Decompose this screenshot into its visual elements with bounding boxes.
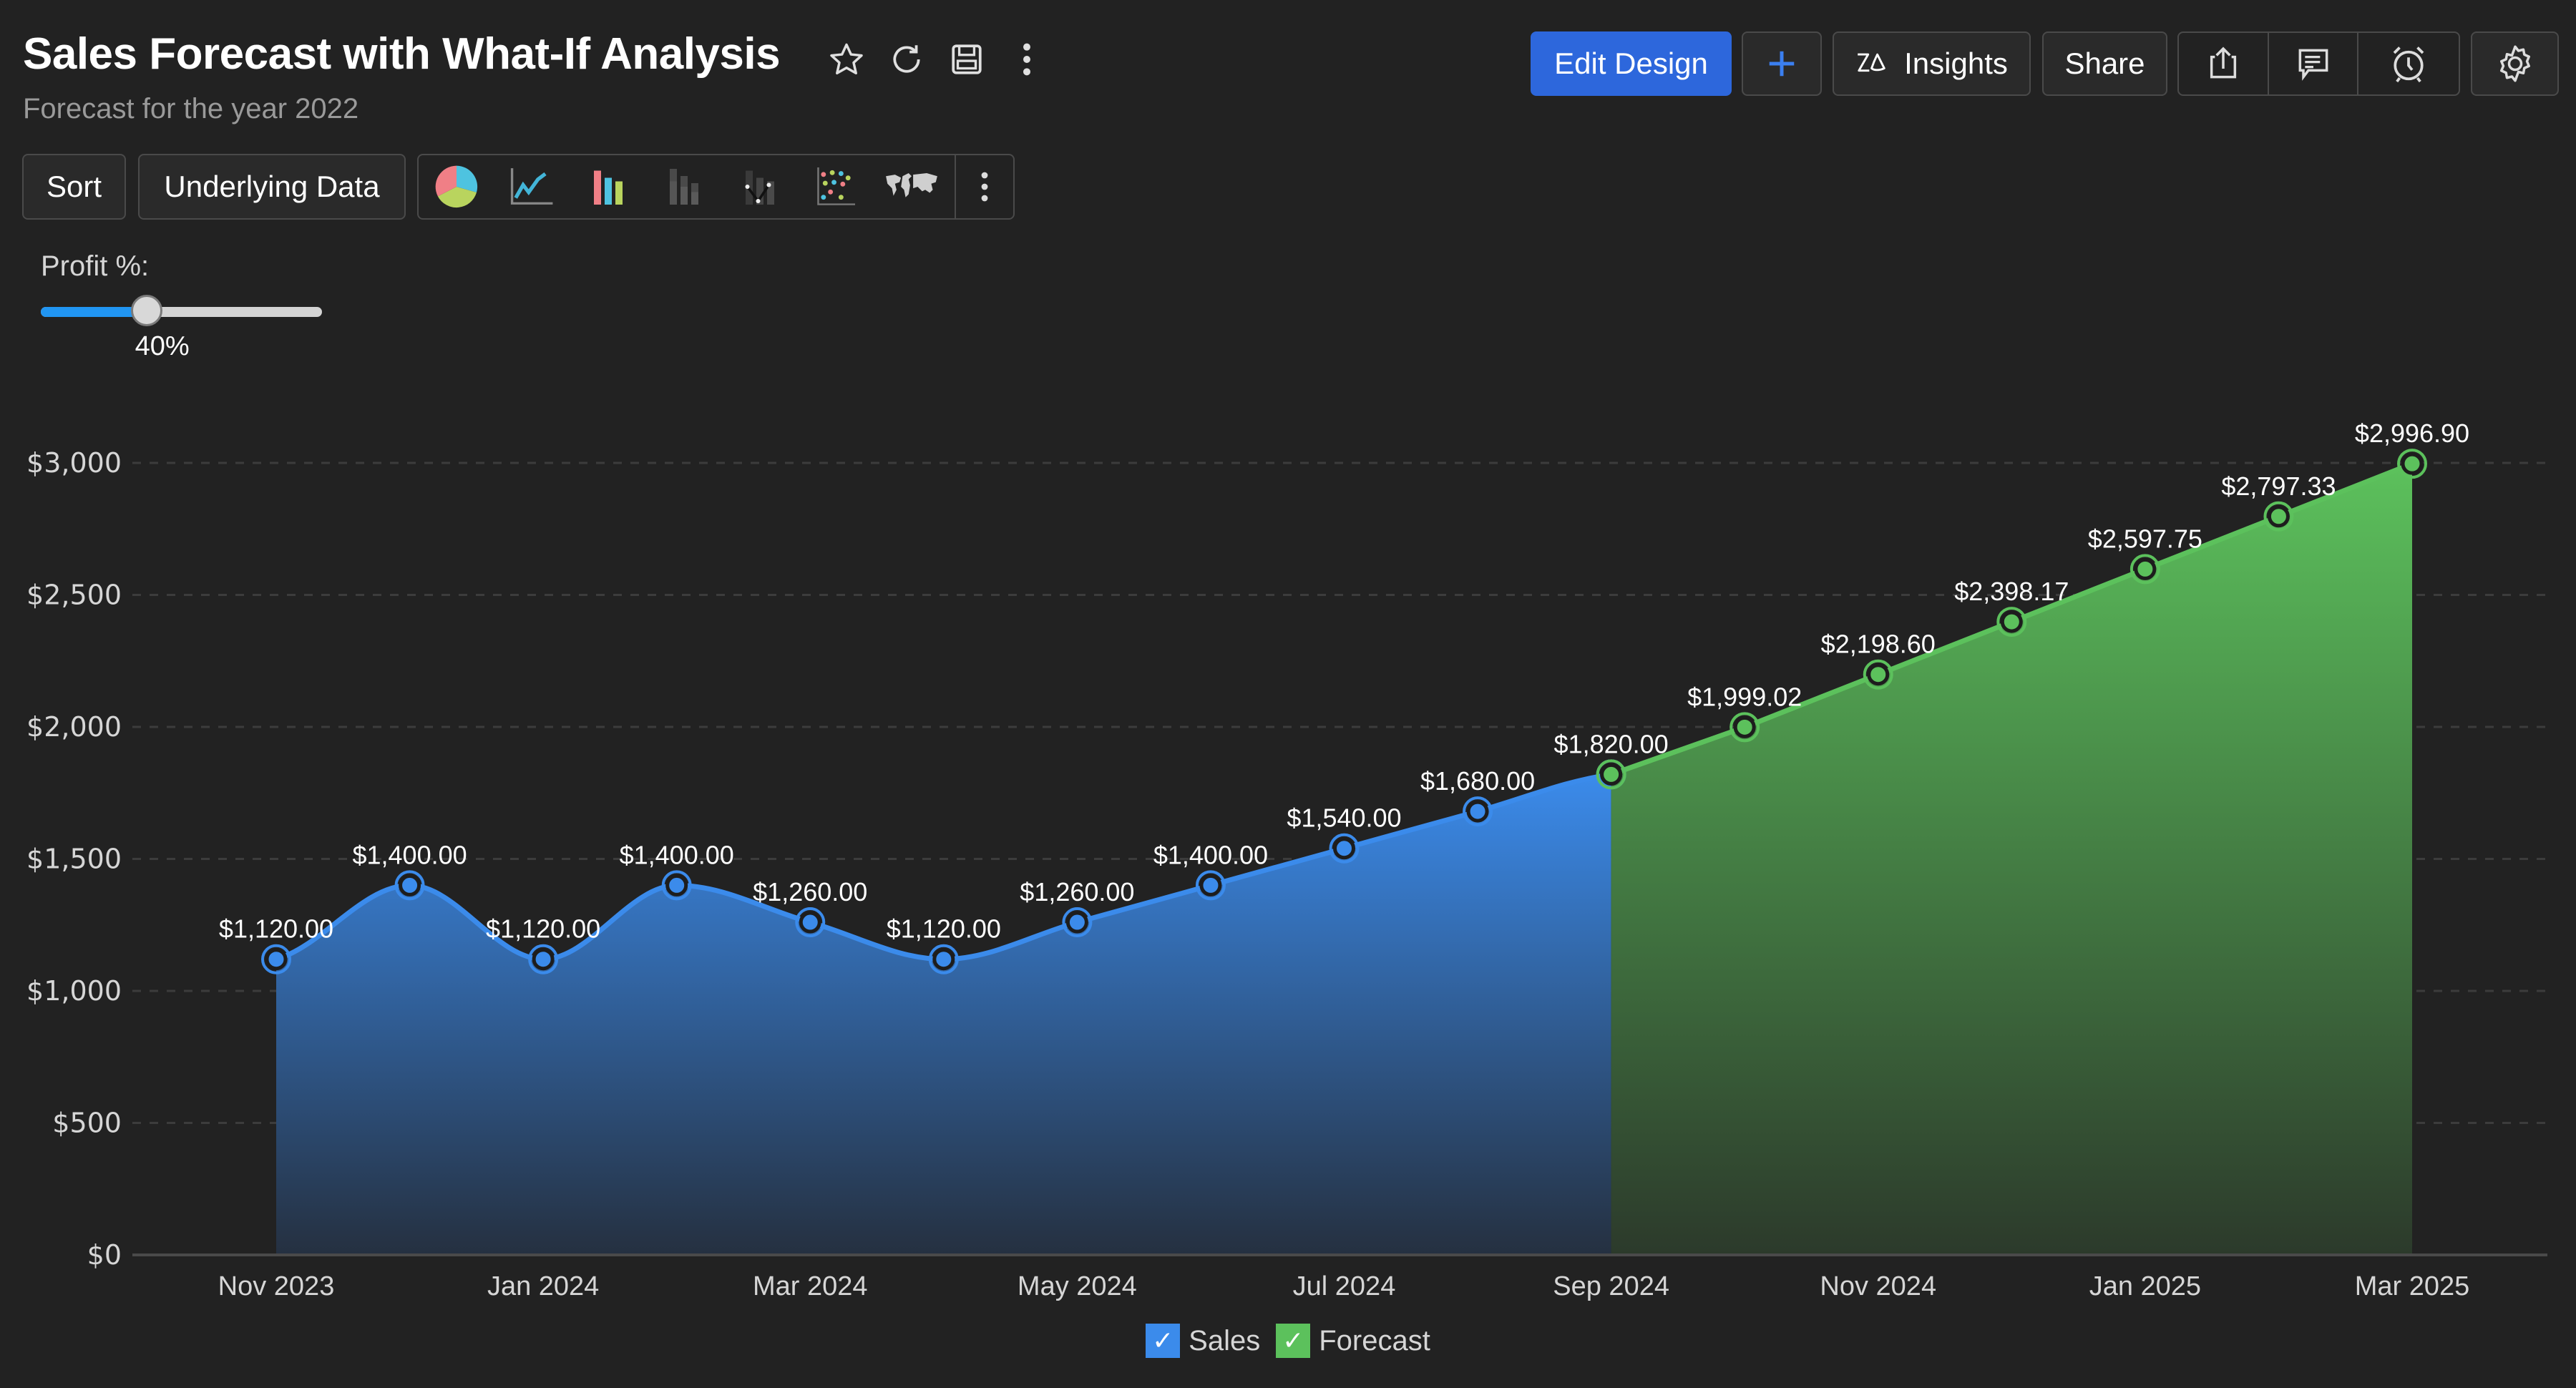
data-label: $1,999.02 — [1687, 682, 1802, 711]
x-tick-label: Jan 2025 — [2089, 1271, 2201, 1301]
data-label: $1,400.00 — [352, 840, 467, 869]
y-axis: $0 $500 $1,000 $1,500 $2,000 $2,500 $3,000 — [26, 447, 122, 1271]
x-tick-label: Mar 2025 — [2355, 1271, 2470, 1301]
data-label: $1,120.00 — [887, 914, 1001, 944]
data-point — [1867, 663, 1890, 686]
data-label: $1,540.00 — [1287, 803, 1401, 833]
y-tick-label: $2,500 — [26, 580, 122, 611]
data-label: $1,820.00 — [1554, 729, 1669, 758]
x-tick-label: Nov 2023 — [218, 1271, 335, 1301]
data-label: $1,680.00 — [1420, 766, 1535, 796]
data-point — [2000, 610, 2023, 633]
legend-item-forecast[interactable]: ✓ Forecast — [1276, 1324, 1430, 1358]
x-tick-label: Jan 2024 — [487, 1271, 599, 1301]
y-tick-label: $1,500 — [26, 844, 122, 875]
data-point — [532, 948, 555, 971]
data-point — [2267, 505, 2290, 528]
x-tick-label: Sep 2024 — [1553, 1271, 1669, 1301]
data-point — [799, 911, 821, 934]
y-tick-label: $1,000 — [26, 975, 122, 1007]
data-label: $1,120.00 — [219, 914, 333, 944]
legend-item-sales[interactable]: ✓ Sales — [1146, 1324, 1260, 1358]
data-label: $2,597.75 — [2088, 524, 2202, 553]
data-point — [1065, 911, 1088, 934]
data-point — [265, 948, 288, 971]
x-tick-label: May 2024 — [1018, 1271, 1137, 1301]
data-point — [399, 874, 421, 896]
data-label: $2,398.17 — [1954, 577, 2069, 606]
y-tick-label: $0 — [87, 1239, 122, 1271]
data-label: $2,996.90 — [2355, 419, 2469, 448]
check-icon: ✓ — [1146, 1324, 1181, 1358]
x-tick-label: Mar 2024 — [753, 1271, 868, 1301]
legend-label-forecast: Forecast — [1319, 1324, 1430, 1357]
data-point — [932, 948, 955, 971]
data-label: $2,198.60 — [1821, 630, 1936, 659]
data-label: $1,120.00 — [486, 914, 600, 944]
data-label: $1,260.00 — [1020, 877, 1134, 906]
data-label: $1,260.00 — [753, 877, 867, 906]
data-point — [2134, 557, 2157, 580]
data-point — [1333, 837, 1355, 860]
data-point — [1466, 800, 1489, 823]
data-label: $1,400.00 — [620, 840, 734, 869]
data-point — [1733, 715, 1756, 738]
data-label: $2,797.33 — [2221, 471, 2336, 501]
sales-forecast-chart: $0 $500 $1,000 $1,500 $2,000 $2,500 $3,000 Nov… — [26, 419, 2547, 1301]
data-label: $1,400.00 — [1153, 840, 1268, 869]
chart-legend: ✓ Sales ✓ Forecast — [0, 1324, 2576, 1358]
y-tick-label: $2,000 — [26, 711, 122, 743]
y-tick-label: $3,000 — [26, 447, 122, 479]
data-point — [1199, 874, 1222, 896]
x-axis: Nov 2023 Jan 2024 Mar 2024 May 2024 Jul 2024… — [218, 1271, 2470, 1301]
x-tick-label: Jul 2024 — [1293, 1271, 1396, 1301]
x-tick-label: Nov 2024 — [1820, 1271, 1936, 1301]
legend-label-sales: Sales — [1189, 1324, 1261, 1357]
data-point — [1600, 763, 1623, 786]
data-point — [665, 874, 688, 896]
area-sales — [276, 774, 1611, 1255]
data-point — [2401, 452, 2424, 475]
check-icon: ✓ — [1276, 1324, 1311, 1358]
y-tick-label: $500 — [52, 1108, 122, 1139]
